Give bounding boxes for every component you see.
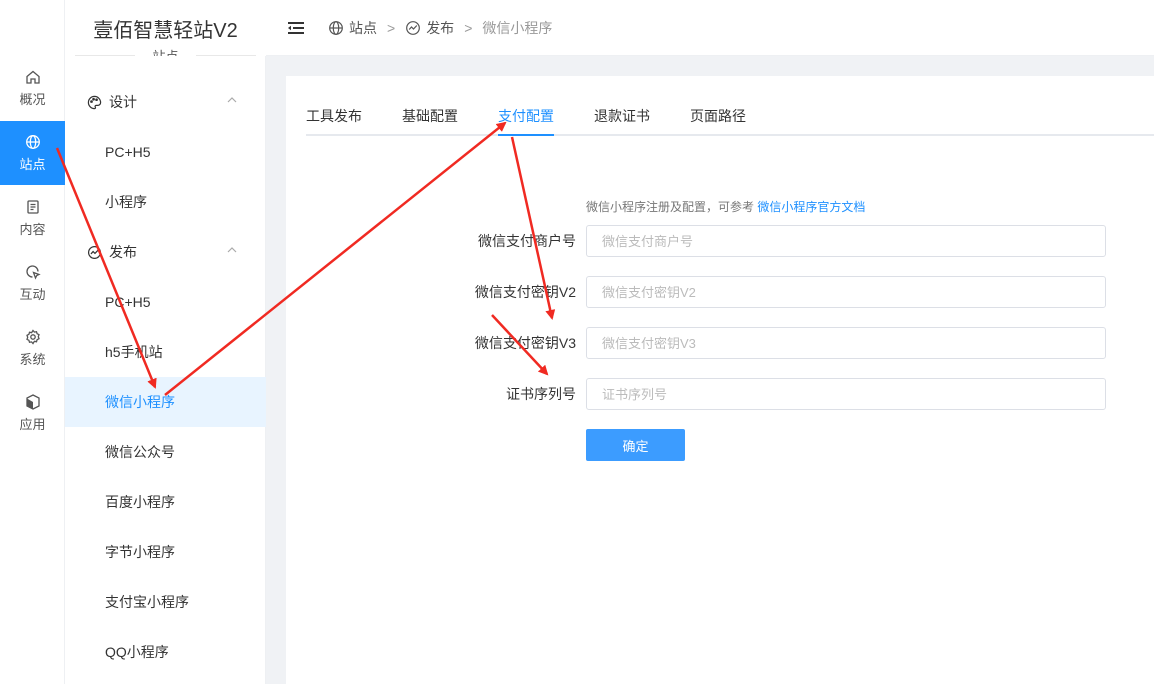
sidebar-item-label: 百度小程序 [105,494,175,510]
tab-refund-cert[interactable]: 退款证书 [594,104,650,136]
breadcrumb-publish[interactable]: 发布 [405,18,454,38]
sidebar-item-design-pc[interactable]: PC+H5 [65,127,266,177]
sidebar-item-label: 微信公众号 [105,444,175,460]
rail-item-label: 内容 [19,221,46,237]
rail-item-interact[interactable]: 互动 [0,251,65,315]
tab-basic-config[interactable]: 基础配置 [402,104,458,136]
sidebar-item-label: QQ小程序 [105,644,169,660]
sidebar-group-label: 设计 [109,94,137,110]
breadcrumb-label: 发布 [426,19,455,36]
sidebar-item-label: PC+H5 [105,144,151,160]
main-card: 工具发布 基础配置 支付配置 退款证书 页面路径 微信小程序注册及配置，可参考 … [286,76,1154,684]
brand-title: 壹佰智慧轻站V2 [93,20,238,42]
form-row-cert-serial: 证书序列号 [286,378,1154,410]
sidebar-item-publish-alipay[interactable]: 支付宝小程序 [65,577,266,627]
rail-item-label: 站点 [19,156,46,172]
cert-serial-input[interactable] [586,378,1106,410]
rail-item-label: 应用 [19,416,46,432]
sidebar-item-publish-pc[interactable]: PC+H5 [65,277,266,327]
merchant-id-input[interactable] [586,225,1106,257]
field-label: 微信支付商户号 [478,233,576,249]
field-label: 微信支付密钥V2 [474,284,576,300]
gear-icon [25,328,40,345]
form-hint: 微信小程序注册及配置，可参考 微信小程序官方文档 [586,198,865,215]
field-label: 证书序列号 [506,386,576,402]
rail-item-label: 系统 [19,351,46,367]
breadcrumb-label: 微信小程序 [482,19,553,36]
tab-page-path[interactable]: 页面路径 [690,104,746,136]
sidebar-item-label: 微信小程序 [105,394,175,410]
sidebar-item-publish-baidu[interactable]: 百度小程序 [65,477,266,527]
breadcrumb-site[interactable]: 站点 [328,18,377,38]
key-v2-input[interactable] [586,276,1106,308]
field-label: 微信支付密钥V3 [474,335,576,351]
breadcrumb-separator: > [387,19,396,36]
docs-link[interactable]: 微信小程序官方文档 [757,200,865,214]
sidebar-item-label: h5手机站 [105,344,163,360]
sidebar-group-publish[interactable]: 发布 [65,227,266,277]
chevron-up-icon [227,97,237,103]
trend-icon [87,245,102,259]
palette-icon [87,95,102,109]
form-row-key-v3: 微信支付密钥V3 [286,327,1154,359]
rail-item-overview[interactable]: 概况 [0,56,65,120]
sidebar-item-publish-h5[interactable]: h5手机站 [65,327,266,377]
sidebar-item-publish-wechat-official[interactable]: 微信公众号 [65,427,266,477]
menu-toggle-icon[interactable] [288,21,304,35]
confirm-button[interactable]: 确定 [586,429,685,461]
rail-item-apps[interactable]: 应用 [0,381,65,445]
sidebar-group-label: 发布 [109,244,137,260]
document-icon [26,199,39,214]
rail-item-label: 互动 [19,286,46,302]
brand-header: 壹佰智慧轻站V2 站点 [65,0,266,64]
breadcrumb: 站点 > 发布 > 微信小程序 [328,18,552,38]
breadcrumb-label: 站点 [349,19,377,36]
rail-item-system[interactable]: 系统 [0,316,65,380]
chevron-up-icon [227,247,237,253]
secondary-sidebar: 设计 PC+H5 小程序 发布 PC+H5 h5手机站 微信小程序 微信公众号 … [65,56,266,684]
home-icon [25,70,40,84]
sidebar-group-design[interactable]: 设计 [65,77,266,127]
top-header: 站点 > 发布 > 微信小程序 [266,0,1154,56]
rail-item-content[interactable]: 内容 [0,186,65,250]
sidebar-item-label: 小程序 [105,194,147,210]
form-row-merchant-id: 微信支付商户号 [286,225,1154,257]
tab-payment-config[interactable]: 支付配置 [498,104,554,136]
pointer-icon [25,264,41,280]
sidebar-item-publish-qq[interactable]: QQ小程序 [65,627,266,677]
icon-rail: 概况 站点 内容 互动 系统 应用 [0,0,65,684]
sidebar-item-label: 字节小程序 [105,544,175,560]
cube-icon [25,393,40,410]
sidebar-item-design-miniapp[interactable]: 小程序 [65,177,266,227]
breadcrumb-separator: > [464,19,473,36]
form-row-key-v2: 微信支付密钥V2 [286,276,1154,308]
globe-icon [329,20,343,35]
rail-item-site[interactable]: 站点 [0,121,65,185]
hint-text: 微信小程序注册及配置，可参考 [586,200,755,214]
tab-bar: 工具发布 基础配置 支付配置 退款证书 页面路径 [306,104,1154,136]
tab-tool-publish[interactable]: 工具发布 [306,104,362,136]
rail-item-label: 概况 [19,91,46,107]
key-v3-input[interactable] [586,327,1106,359]
sidebar-item-publish-bytedance[interactable]: 字节小程序 [65,527,266,577]
sidebar-item-label: PC+H5 [105,294,151,310]
breadcrumb-current: 微信小程序 [482,18,552,38]
trend-icon [406,20,421,35]
sidebar-item-label: 支付宝小程序 [105,594,189,610]
sidebar-item-publish-wechat-miniapp[interactable]: 微信小程序 [65,377,266,427]
globe-icon [25,134,40,149]
